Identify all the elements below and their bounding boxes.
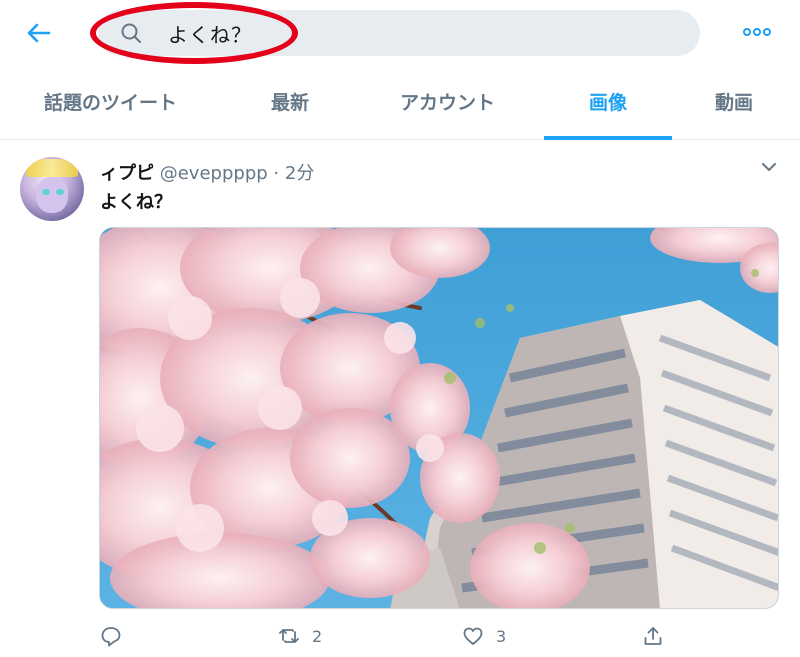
tab-top[interactable]: 話題のツイート	[44, 88, 177, 115]
share-icon	[644, 627, 662, 645]
tweet-header: ィプピ @eveppppp · 2分	[100, 159, 314, 184]
tweet-photo[interactable]	[99, 227, 779, 609]
search-tabs: 話題のツイート 最新 アカウント 画像 動画	[0, 66, 800, 140]
reply-icon	[101, 627, 121, 647]
reply-button[interactable]	[100, 623, 134, 649]
tab-accounts[interactable]: アカウント	[400, 88, 495, 115]
avatar-face	[36, 177, 68, 213]
search-header: よくね？	[0, 0, 800, 66]
like-count: 3	[496, 626, 507, 646]
tab-latest[interactable]: 最新	[271, 88, 309, 115]
avatar-crown-decoration	[26, 159, 78, 177]
separator-dot: ·	[273, 163, 280, 184]
more-options-icon[interactable]	[740, 22, 774, 42]
retweet-count: 2	[312, 626, 323, 646]
tweet-card[interactable]: ィプピ @eveppppp · 2分 よくね？ 2 3	[0, 141, 800, 657]
retweet-icon	[279, 629, 299, 643]
tweet-timestamp[interactable]: 2分	[285, 163, 314, 184]
back-arrow-icon[interactable]	[22, 16, 56, 50]
avatar-eye-right	[56, 189, 64, 195]
tab-videos[interactable]: 動画	[715, 88, 753, 115]
tab-photos[interactable]: 画像	[589, 88, 627, 115]
heart-icon	[463, 627, 483, 645]
highlight-annotation-ellipse	[90, 2, 298, 64]
display-name[interactable]: ィプピ	[100, 163, 154, 184]
avatar[interactable]	[20, 157, 84, 221]
avatar-eye-left	[42, 189, 50, 195]
cherry-blossom-building-photo-icon	[100, 228, 778, 608]
like-button[interactable]: 3	[462, 623, 506, 649]
chevron-down-icon[interactable]	[760, 159, 778, 173]
retweet-button[interactable]: 2	[278, 623, 322, 649]
user-handle[interactable]: @eveppppp	[160, 163, 268, 184]
active-tab-indicator	[544, 136, 672, 140]
share-button[interactable]	[642, 623, 664, 649]
tweet-text: よくね？	[100, 192, 172, 213]
